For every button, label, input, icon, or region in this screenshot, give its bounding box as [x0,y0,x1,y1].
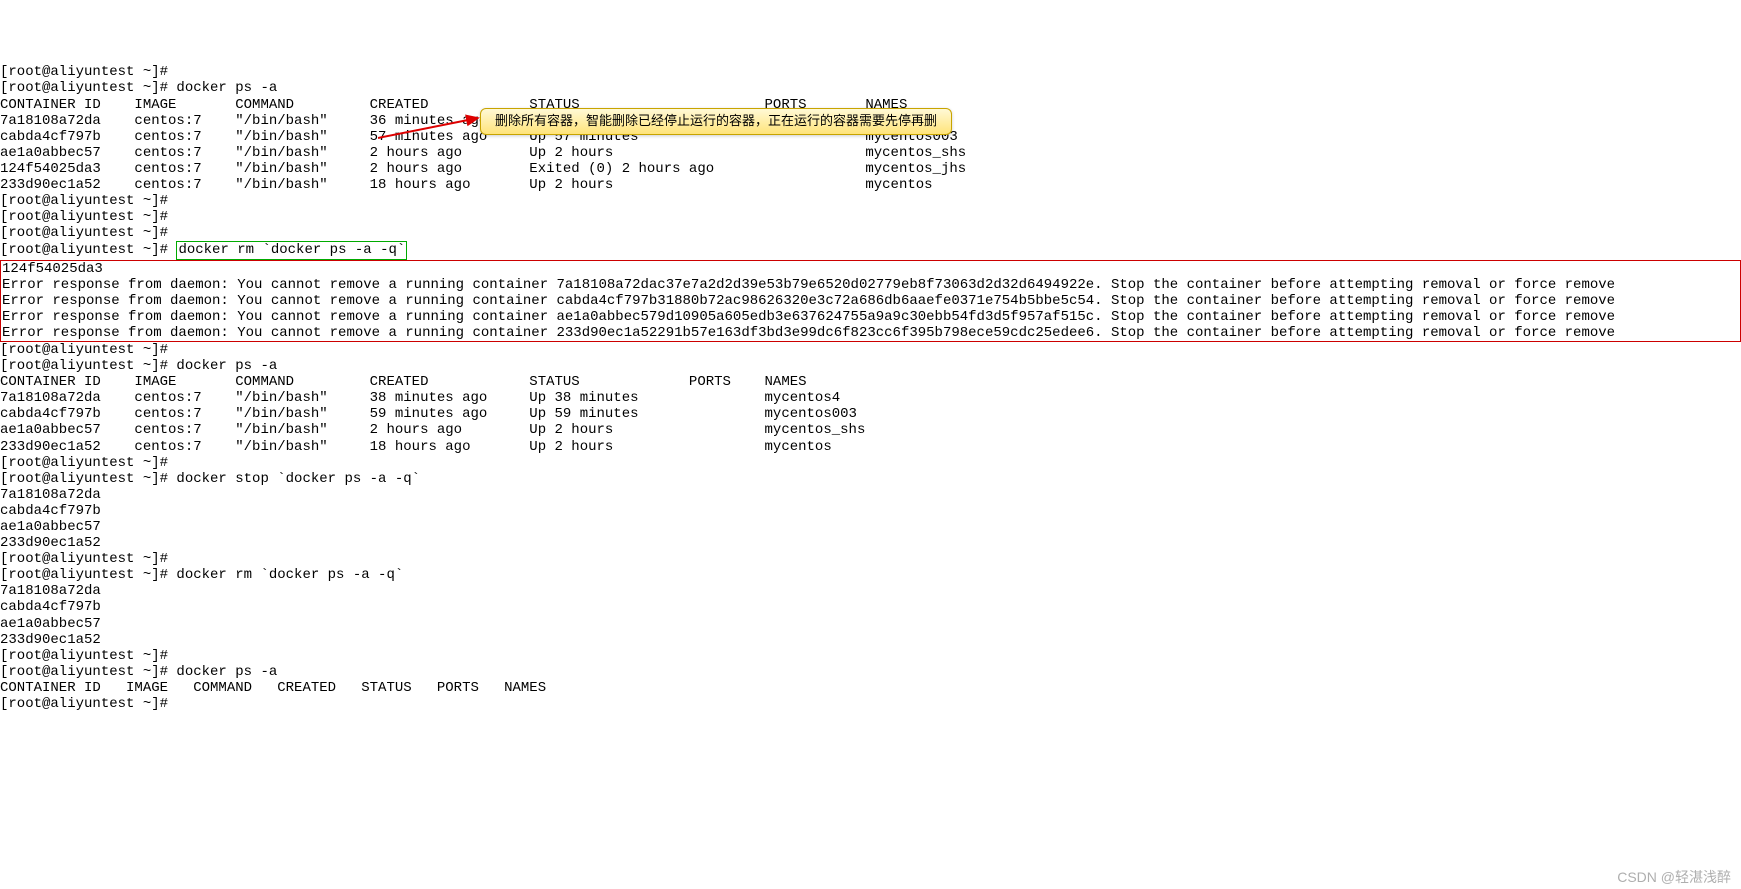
annotation-callout: 删除所有容器，智能删除已经停止运行的容器，正在运行的容器需要先停再删 [480,108,952,135]
terminal-line: [root@aliyuntest ~]# [0,696,1741,712]
terminal-line: [root@aliyuntest ~]# docker ps -a [0,664,1741,680]
callout-text: 删除所有容器，智能删除已经停止运行的容器，正在运行的容器需要先停再删 [495,113,937,128]
terminal-line: CONTAINER ID IMAGE COMMAND CREATED STATU… [0,374,1741,390]
terminal-line: [root@aliyuntest ~]# [0,648,1741,664]
terminal-line: [root@aliyuntest ~]# [0,225,1741,241]
terminal-line: ae1a0abbec57 [0,519,1741,535]
terminal-line: [root@aliyuntest ~]# [0,209,1741,225]
terminal-line: [root@aliyuntest ~]# [0,455,1741,471]
terminal-line: 233d90ec1a52 centos:7 "/bin/bash" 18 hou… [0,177,1741,193]
terminal-line: 7a18108a72da centos:7 "/bin/bash" 38 min… [0,390,1741,406]
terminal-line: ae1a0abbec57 centos:7 "/bin/bash" 2 hour… [0,145,1741,161]
watermark: CSDN @轻湛浅醉 [1609,853,1731,885]
terminal-line: CONTAINER ID IMAGE COMMAND CREATED STATU… [0,680,1741,696]
error-block: 124f54025da3 Error response from daemon:… [0,260,1741,342]
terminal-line: [root@aliyuntest ~]# [0,64,1741,80]
terminal-line: 7a18108a72da [0,583,1741,599]
terminal-output: [root@aliyuntest ~]#[root@aliyuntest ~]#… [0,64,1741,712]
removed-id: 124f54025da3 [2,261,103,277]
terminal-line: [root@aliyuntest ~]# [0,551,1741,567]
terminal-line: [root@aliyuntest ~]# docker rm `docker p… [0,567,1741,583]
terminal-line: [root@aliyuntest ~]# docker rm `docker p… [0,241,1741,259]
terminal-line: cabda4cf797b centos:7 "/bin/bash" 59 min… [0,406,1741,422]
terminal-line: [root@aliyuntest ~]# docker stop `docker… [0,471,1741,487]
terminal-line: [root@aliyuntest ~]# [0,193,1741,209]
terminal-line: 124f54025da3 centos:7 "/bin/bash" 2 hour… [0,161,1741,177]
terminal-line: 7a18108a72da [0,487,1741,503]
terminal-line: ae1a0abbec57 centos:7 "/bin/bash" 2 hour… [0,422,1741,438]
terminal-line: [root@aliyuntest ~]# docker ps -a [0,358,1741,374]
terminal-line: 233d90ec1a52 centos:7 "/bin/bash" 18 hou… [0,439,1741,455]
highlighted-command: docker rm `docker ps -a -q` [176,241,407,259]
terminal-line: [root@aliyuntest ~]# [0,342,1741,358]
terminal-line: cabda4cf797b [0,599,1741,615]
terminal-line: 233d90ec1a52 [0,535,1741,551]
terminal-line: [root@aliyuntest ~]# docker ps -a [0,80,1741,96]
terminal-line: cabda4cf797b [0,503,1741,519]
terminal-line: ae1a0abbec57 [0,616,1741,632]
terminal-line: 233d90ec1a52 [0,632,1741,648]
